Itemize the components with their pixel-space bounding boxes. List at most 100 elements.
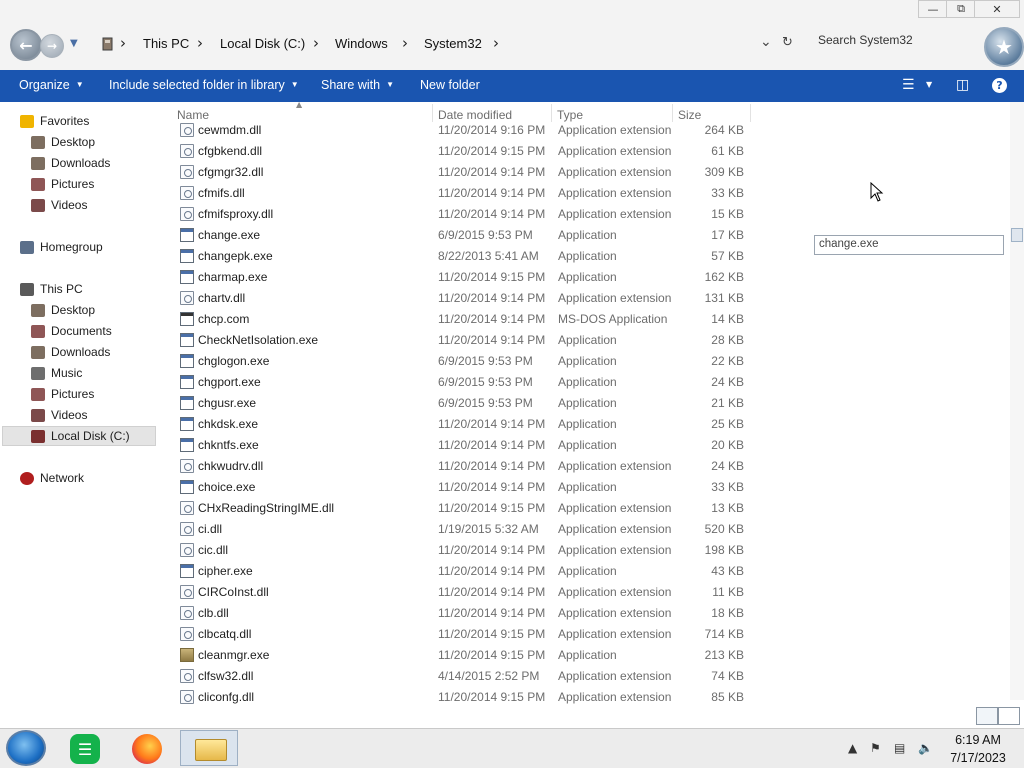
star-orb-icon[interactable]: ★ xyxy=(984,27,1024,67)
nav-pc-documents[interactable]: Documents xyxy=(31,321,112,341)
file-row[interactable]: cleanmgr.exe 11/20/2014 9:15 PM Applicatio… xyxy=(170,645,770,666)
file-date-modified: 11/20/2014 9:14 PM xyxy=(438,207,546,221)
scrollbar-thumb[interactable] xyxy=(1011,228,1023,242)
details-view-button[interactable] xyxy=(976,707,998,725)
nav-fav-pictures[interactable]: Pictures xyxy=(31,174,94,194)
file-date-modified: 11/20/2014 9:14 PM xyxy=(438,585,546,599)
file-row[interactable]: CheckNetIsolation.exe 11/20/2014 9:14 PM A… xyxy=(170,330,770,351)
file-row[interactable]: clbcatq.dll 11/20/2014 9:15 PM Application… xyxy=(170,624,770,645)
breadcrumb-separator[interactable]: › xyxy=(313,34,319,52)
file-type: Application xyxy=(558,249,617,263)
nav-pc-downloads[interactable]: Downloads xyxy=(31,342,110,362)
notes-app-icon[interactable]: ☰ xyxy=(70,734,100,764)
maximize-button[interactable]: ⧉ xyxy=(946,0,976,18)
nav-this-pc[interactable]: This PC xyxy=(20,279,83,299)
file-row[interactable]: cfgbkend.dll 11/20/2014 9:15 PM Applicatio… xyxy=(170,141,770,162)
file-date-modified: 11/20/2014 9:15 PM xyxy=(438,144,546,158)
volume-icon[interactable]: 🔈 xyxy=(918,741,933,755)
nav-pc-local-disk[interactable]: Local Disk (C:) xyxy=(31,426,130,446)
file-row[interactable]: clfsw32.dll 4/14/2015 2:52 PM Application … xyxy=(170,666,770,687)
file-row[interactable]: clb.dll 11/20/2014 9:14 PM Application ext… xyxy=(170,603,770,624)
forward-button[interactable]: → xyxy=(40,34,64,58)
file-row[interactable]: change.exe 6/9/2015 9:53 PM Application 17 … xyxy=(170,225,770,246)
file-row[interactable]: cic.dll 11/20/2014 9:14 PM Application ext… xyxy=(170,540,770,561)
nav-fav-videos[interactable]: Videos xyxy=(31,195,87,215)
recent-locations-button[interactable]: ▼ xyxy=(70,38,78,49)
nav-fav-desktop[interactable]: Desktop xyxy=(31,132,95,152)
file-row[interactable]: cipher.exe 11/20/2014 9:14 PM Application 4… xyxy=(170,561,770,582)
file-type: Application extension xyxy=(558,501,672,515)
nav-homegroup[interactable]: Homegroup xyxy=(20,237,103,257)
file-date-modified: 11/20/2014 9:14 PM xyxy=(438,543,546,557)
change-view-icon[interactable]: ☰ xyxy=(902,77,915,93)
application-icon xyxy=(180,417,194,431)
view-dropdown-icon[interactable]: ▼ xyxy=(926,80,932,89)
file-name: chcp.com xyxy=(198,312,250,326)
file-row[interactable]: cfgmgr32.dll 11/20/2014 9:14 PM Applicatio… xyxy=(170,162,770,183)
file-row[interactable]: chcp.com 11/20/2014 9:14 PM MS-DOS Applica… xyxy=(170,309,770,330)
file-row[interactable]: chkdsk.exe 11/20/2014 9:14 PM Application 2… xyxy=(170,414,770,435)
breadcrumb-separator[interactable]: › xyxy=(197,34,203,52)
breadcrumb-windows[interactable]: Windows xyxy=(335,36,388,51)
nav-favorites[interactable]: Favorites xyxy=(20,111,89,131)
file-size: 74 KB xyxy=(711,669,744,683)
vertical-scrollbar[interactable] xyxy=(1010,102,1024,700)
share-with-button[interactable]: Share with ▼ xyxy=(321,78,394,92)
refresh-icon[interactable]: ↻ xyxy=(782,35,793,50)
file-row[interactable]: chartv.dll 11/20/2014 9:14 PM Application … xyxy=(170,288,770,309)
clock-time[interactable]: 6:19 AM xyxy=(950,733,1006,747)
nav-pc-videos[interactable]: Videos xyxy=(31,405,87,425)
breadcrumb-separator[interactable]: › xyxy=(402,34,408,52)
file-row[interactable]: chgusr.exe 6/9/2015 9:53 PM Application 21 … xyxy=(170,393,770,414)
minimize-button[interactable]: — xyxy=(918,0,948,18)
nav-pc-music[interactable]: Music xyxy=(31,363,82,383)
file-row[interactable]: chkntfs.exe 11/20/2014 9:14 PM Application… xyxy=(170,435,770,456)
network-tray-icon[interactable]: ▤ xyxy=(894,741,905,755)
file-size: 24 KB xyxy=(711,459,744,473)
file-row[interactable]: chkwudrv.dll 11/20/2014 9:14 PM Applicatio… xyxy=(170,456,770,477)
file-row[interactable]: changepk.exe 8/22/2013 5:41 AM Application… xyxy=(170,246,770,267)
file-row[interactable]: CHxReadingStringIME.dll 11/20/2014 9:15 P… xyxy=(170,498,770,519)
close-button[interactable]: ✕ xyxy=(974,0,1020,18)
new-folder-button[interactable]: New folder xyxy=(420,78,480,92)
breadcrumb-local-disk[interactable]: Local Disk (C:) xyxy=(220,36,305,51)
file-row[interactable]: ci.dll 1/19/2015 5:32 AM Application exten… xyxy=(170,519,770,540)
large-icons-view-button[interactable] xyxy=(998,707,1020,725)
breadcrumb-system32[interactable]: System32 xyxy=(424,36,482,51)
breadcrumb-this-pc[interactable]: This PC xyxy=(143,36,189,51)
file-row[interactable]: CIRCoInst.dll 11/20/2014 9:14 PM Applicati… xyxy=(170,582,770,603)
star-icon xyxy=(20,114,34,128)
nav-network[interactable]: Network xyxy=(20,468,84,488)
file-explorer-taskbar-button[interactable] xyxy=(180,730,238,766)
nav-pc-pictures[interactable]: Pictures xyxy=(31,384,94,404)
back-button[interactable]: ← xyxy=(10,29,42,61)
search-input[interactable]: Search System32 xyxy=(818,33,978,53)
file-row[interactable]: choice.exe 11/20/2014 9:14 PM Application 3… xyxy=(170,477,770,498)
help-icon[interactable]: ? xyxy=(992,78,1007,93)
start-button[interactable] xyxy=(6,730,46,766)
breadcrumb-separator[interactable]: › xyxy=(493,34,499,52)
nav-pc-desktop[interactable]: Desktop xyxy=(31,300,95,320)
forward-arrow-icon: → xyxy=(46,39,58,53)
close-icon: ✕ xyxy=(992,2,1002,16)
rename-textbox[interactable]: change.exe xyxy=(814,235,1004,255)
nav-fav-downloads[interactable]: Downloads xyxy=(31,153,110,173)
firefox-icon[interactable] xyxy=(132,734,162,764)
include-in-library-button[interactable]: Include selected folder in library ▼ xyxy=(109,78,299,92)
file-row[interactable]: cfmifsproxy.dll 11/20/2014 9:14 PM Applica… xyxy=(170,204,770,225)
file-row[interactable]: cfmifs.dll 11/20/2014 9:14 PM Application … xyxy=(170,183,770,204)
address-dropdown-button[interactable]: ⌄ xyxy=(760,34,772,50)
file-row[interactable]: chgport.exe 6/9/2015 9:53 PM Application 24… xyxy=(170,372,770,393)
file-row[interactable]: chglogon.exe 6/9/2015 9:53 PM Application 2… xyxy=(170,351,770,372)
action-center-flag-icon[interactable]: ⚑ xyxy=(870,741,881,755)
clock-date[interactable]: 7/17/2023 xyxy=(946,751,1010,765)
file-row[interactable]: cewmdm.dll 11/20/2014 9:16 PM Application … xyxy=(170,120,770,141)
show-hidden-icons-icon[interactable]: ▲ xyxy=(848,741,857,755)
file-row[interactable]: charmap.exe 11/20/2014 9:15 PM Application… xyxy=(170,267,770,288)
file-name: chkdsk.exe xyxy=(198,417,259,431)
preview-pane-icon[interactable]: ◫ xyxy=(956,77,969,93)
file-type: Application xyxy=(558,648,617,662)
breadcrumb-separator[interactable]: › xyxy=(120,34,126,52)
organize-button[interactable]: Organize ▼ xyxy=(19,78,84,92)
file-type: Application xyxy=(558,228,617,242)
